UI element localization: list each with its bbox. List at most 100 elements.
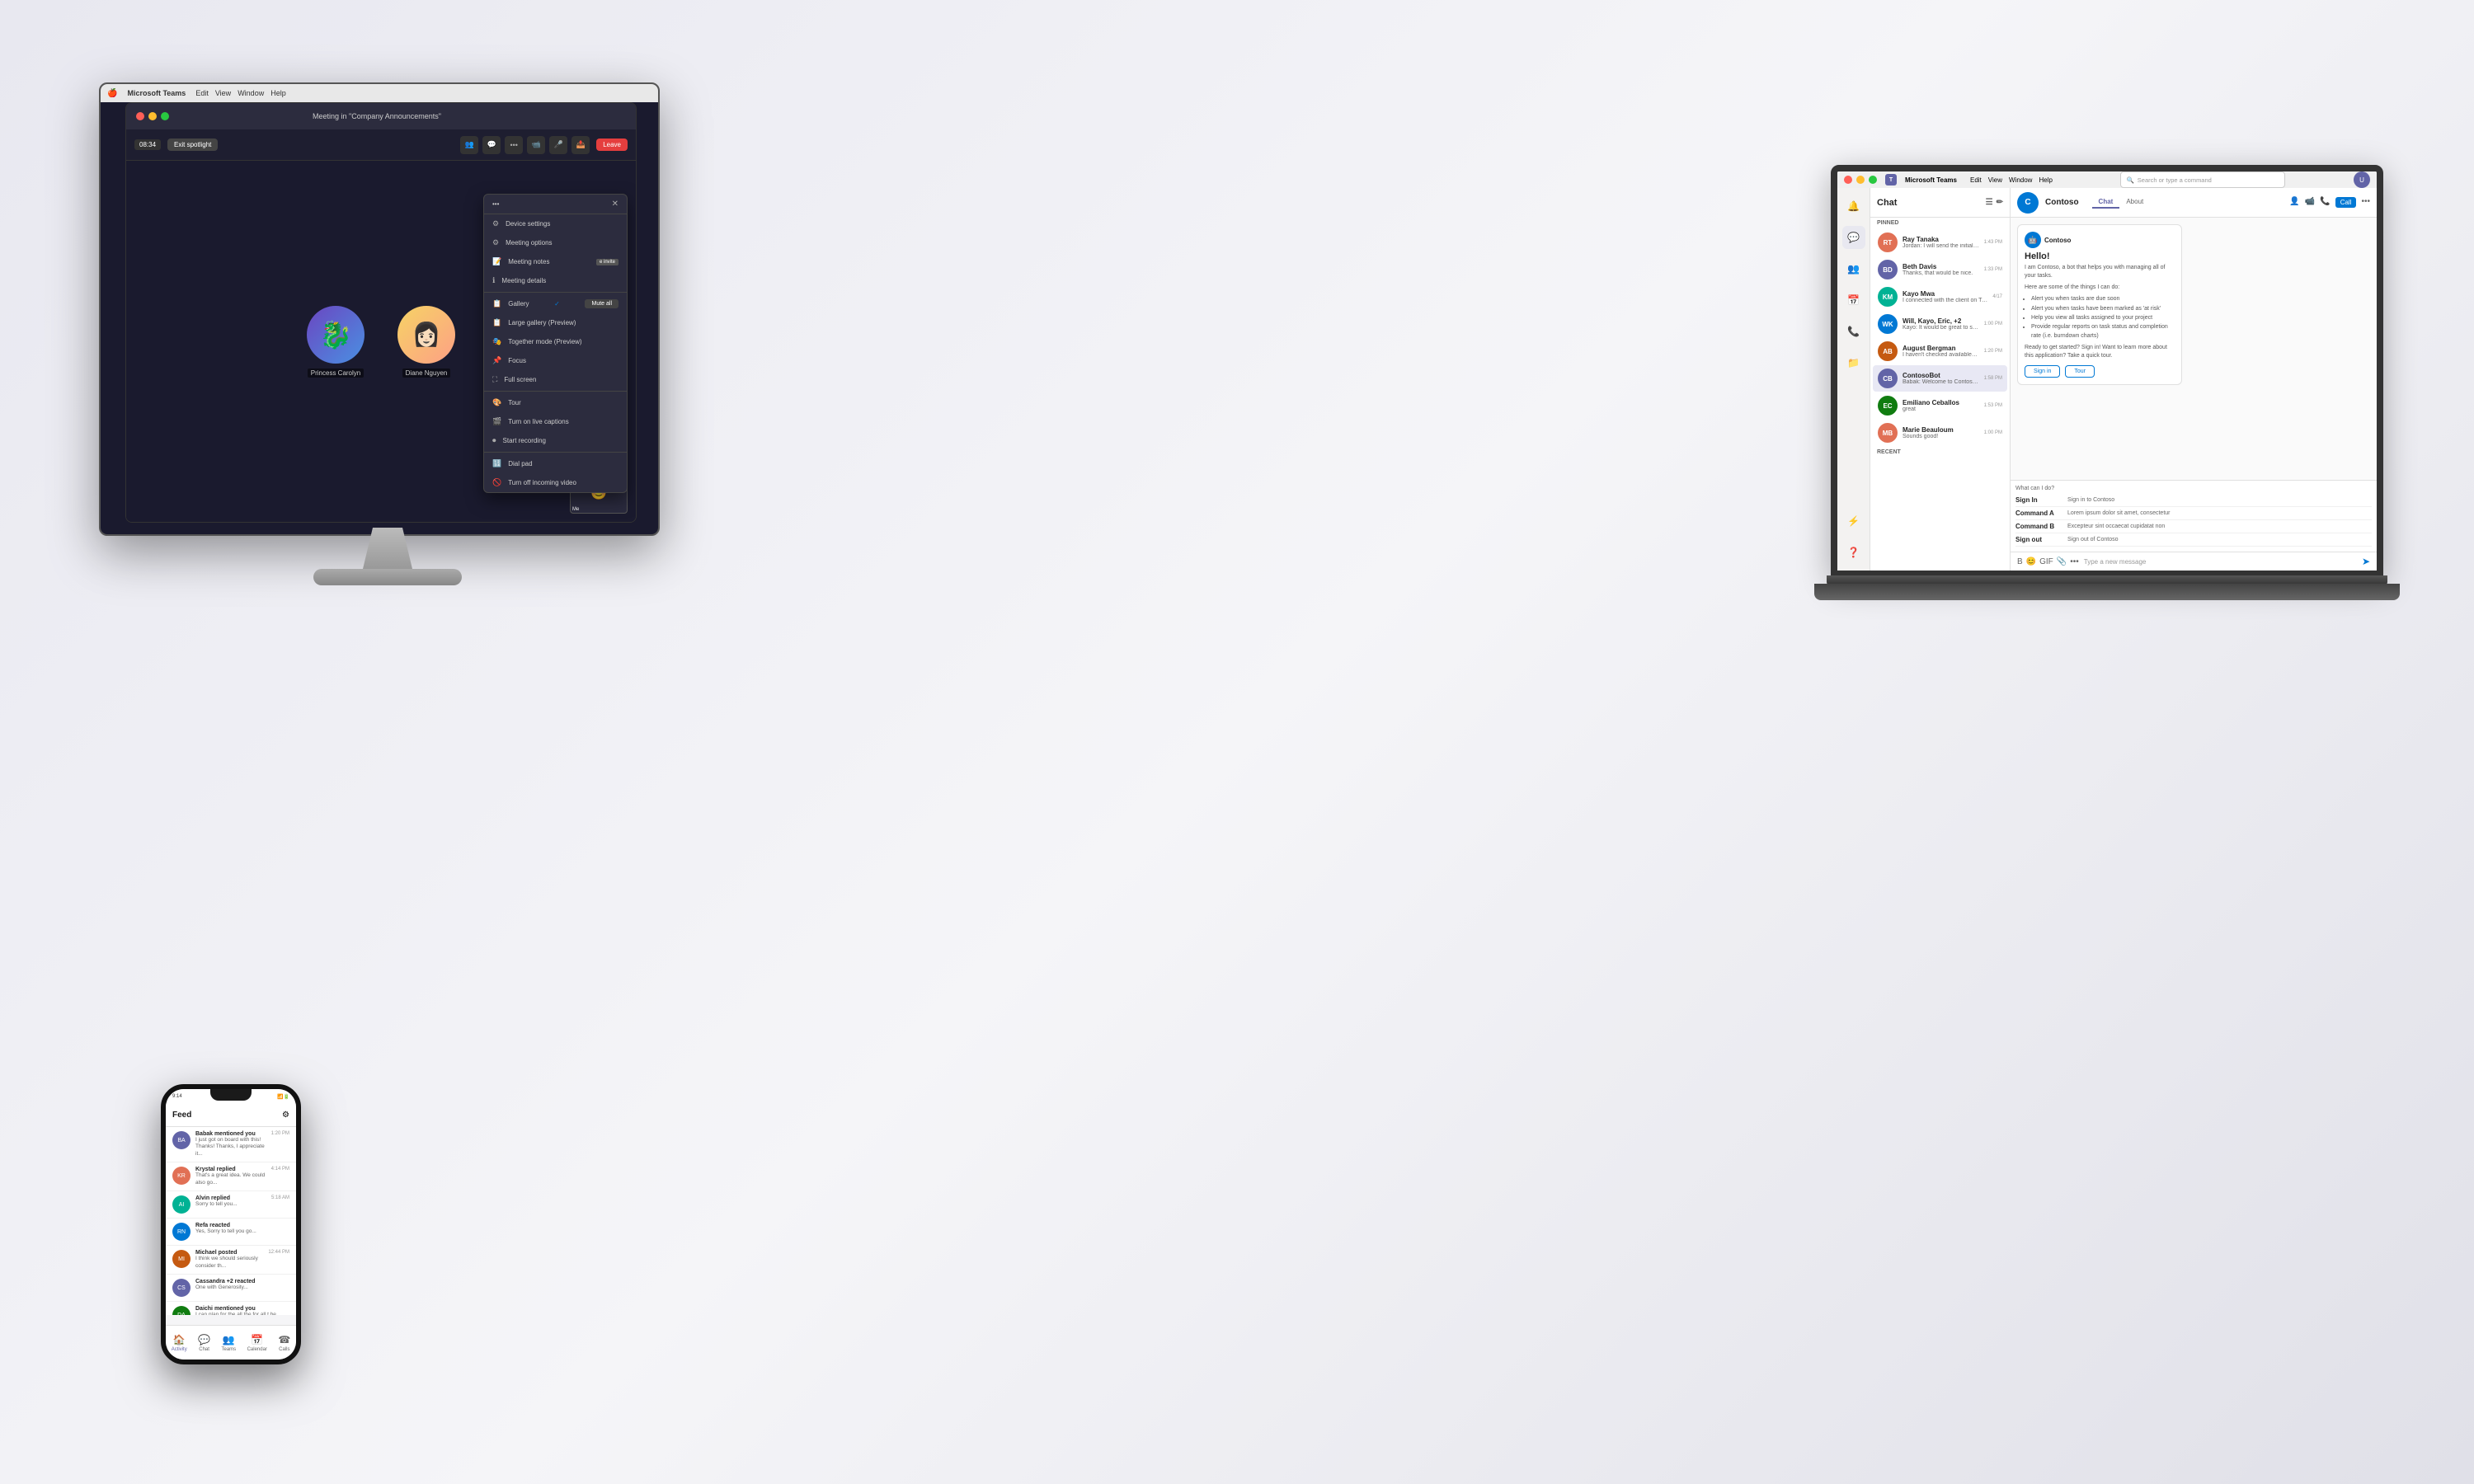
search-box[interactable]: 🔍 Search or type a command <box>2120 171 2285 188</box>
more-options-icon[interactable]: ••• <box>2361 197 2370 208</box>
menu-turn-off-video[interactable]: 🚫 Turn off incoming video <box>484 473 627 492</box>
laptop-close[interactable] <box>1844 176 1852 184</box>
more-format-icon[interactable]: ••• <box>2070 557 2079 566</box>
command-row-item[interactable]: Sign In Sign in to Contoso <box>2015 494 2372 507</box>
sidebar-files[interactable]: 📁 <box>1842 351 1865 374</box>
settings-icon[interactable]: ⚙ <box>282 1111 289 1120</box>
sidebar-chat[interactable]: 💬 <box>1842 226 1865 249</box>
exit-spotlight-button[interactable]: Exit spotlight <box>167 139 218 151</box>
command-row-item[interactable]: Sign out Sign out of Contoso <box>2015 533 2372 547</box>
share-icon[interactable]: 📤 <box>571 136 590 154</box>
more-options-icon[interactable]: ••• <box>505 136 523 154</box>
fullscreen-icon: ⛶ <box>492 375 497 384</box>
maximize-button[interactable] <box>161 112 169 120</box>
new-chat-icon[interactable]: ✏ <box>1997 198 2003 207</box>
menu-large-gallery[interactable]: 📋 Large gallery (Preview) <box>484 313 627 332</box>
filter-icon[interactable]: ☰ <box>1986 198 1993 207</box>
mac-menu-edit[interactable]: Edit <box>195 89 209 97</box>
emoji-icon[interactable]: 😊 <box>2026 557 2036 566</box>
gif-icon[interactable]: GIF <box>2039 557 2053 566</box>
command-row-item[interactable]: Command A Lorem ipsum dolor sit amet, co… <box>2015 507 2372 520</box>
mac-menu-window[interactable]: Window <box>238 89 264 97</box>
send-button[interactable]: ➤ <box>2362 556 2370 567</box>
chat-list-item[interactable]: WK Will, Kayo, Eric, +2 Kayo: It would b… <box>1873 311 2007 337</box>
nav-item-teams[interactable]: 👥 Teams <box>221 1334 236 1352</box>
sidebar-activity[interactable]: 🔔 <box>1842 195 1865 218</box>
sidebar-calls[interactable]: 📞 <box>1842 320 1865 343</box>
menu-device-settings[interactable]: ⚙ Device settings <box>484 214 627 233</box>
feed-item[interactable]: MI Michael posted I think we should seri… <box>166 1246 296 1275</box>
menu-focus[interactable]: 📌 Focus <box>484 351 627 370</box>
nav-item-calls[interactable]: ☎ Calls <box>278 1334 290 1352</box>
sidebar-teams[interactable]: 👥 <box>1842 257 1865 280</box>
feed-item[interactable]: DA Daichi mentioned you I can plan for t… <box>166 1302 296 1315</box>
nav-item-calendar[interactable]: 📅 Calendar <box>247 1334 267 1352</box>
menu-item-label: Turn off incoming video <box>508 479 576 486</box>
feed-item[interactable]: KR Krystal replied That's a great idea. … <box>166 1162 296 1191</box>
chat-list-item[interactable]: CB ContosoBot Babak: Welcome to ContosoB… <box>1873 365 2007 392</box>
close-menu-icon[interactable]: ✕ <box>612 200 618 209</box>
command-row-item[interactable]: Command B Excepteur sint occaecat cupida… <box>2015 520 2372 533</box>
leave-button[interactable]: Leave <box>596 139 628 151</box>
chat-list-item[interactable]: AB August Bergman I haven't checked avai… <box>1873 338 2007 364</box>
sidebar-apps[interactable]: ⚡ <box>1842 510 1865 533</box>
signin-button[interactable]: Sign in <box>2025 365 2060 378</box>
participant-2-avatar: 👩🏻 <box>397 306 455 364</box>
audio-call-icon[interactable]: 📞 <box>2320 197 2330 208</box>
call-button[interactable]: Call <box>2335 197 2357 208</box>
tab-about[interactable]: About <box>2119 196 2150 209</box>
bot-question: Ready to get started? Sign in! Want to l… <box>2025 344 2175 360</box>
camera-icon[interactable]: 📹 <box>527 136 545 154</box>
tab-chat[interactable]: Chat <box>2092 196 2120 209</box>
nav-item-chat[interactable]: 💬 Chat <box>198 1334 210 1352</box>
tour-button[interactable]: Tour <box>2065 365 2095 378</box>
chat-list-item[interactable]: KM Kayo Mwa I connected with the client … <box>1873 284 2007 310</box>
chat-list-item[interactable]: RT Ray Tanaka Jordan: I will send the in… <box>1873 229 2007 256</box>
feed-item[interactable]: CS Cassandra +2 reacted One with Generos… <box>166 1275 296 1302</box>
chat-icon[interactable]: 💬 <box>482 136 501 154</box>
menu-together-mode[interactable]: 🎭 Together mode (Preview) <box>484 332 627 351</box>
people-icon[interactable]: 👥 <box>460 136 478 154</box>
video-call-icon[interactable]: 📹 <box>2305 197 2315 208</box>
sidebar-help[interactable]: ❓ <box>1842 541 1865 564</box>
mute-all-button[interactable]: Mute all <box>585 299 618 308</box>
teams-sidebar: 🔔 💬 👥 📅 📞 📁 ⚡ ❓ <box>1837 188 1870 571</box>
menu-gallery[interactable]: 📋 Gallery ✓ Mute all <box>484 294 627 313</box>
feed-item[interactable]: AI Alvin replied Sorry to tell you... 5:… <box>166 1191 296 1219</box>
feed-item[interactable]: BA Babak mentioned you I just got on boa… <box>166 1127 296 1162</box>
menu-dial-pad[interactable]: 🔢 Dial pad <box>484 454 627 473</box>
laptop-menu-window[interactable]: Window <box>2009 176 2032 184</box>
menu-start-recording[interactable]: ⏺ Start recording <box>484 431 627 450</box>
chat-name: Marie Beauloum <box>1903 426 1979 434</box>
menu-apply-background[interactable]: 🎨 Tour <box>484 393 627 412</box>
feed-item[interactable]: RN Refa reacted Yes, Sorry to tell you g… <box>166 1219 296 1246</box>
nav-item-activity[interactable]: 🏠 Activity <box>172 1334 187 1352</box>
chat-list-item[interactable]: EC Emiliano Ceballos great 1:53 PM <box>1873 392 2007 419</box>
menu-meeting-options[interactable]: ⚙ Meeting options <box>484 233 627 252</box>
user-avatar-top[interactable]: U <box>2354 171 2370 188</box>
message-input[interactable]: Type a new message <box>2084 558 2357 566</box>
close-button[interactable] <box>136 112 144 120</box>
menu-live-captions[interactable]: 🎬 Turn on live captions <box>484 412 627 431</box>
attach-icon[interactable]: 📎 <box>2057 557 2067 566</box>
minimize-button[interactable] <box>148 112 157 120</box>
mic-icon[interactable]: 🎤 <box>549 136 567 154</box>
laptop-screen: T Microsoft Teams Edit View Window Help … <box>1831 165 2383 577</box>
mac-menu-view[interactable]: View <box>215 89 231 97</box>
menu-meeting-notes[interactable]: 📝 Meeting notes e invite <box>484 252 627 271</box>
chat-list-item[interactable]: MB Marie Beauloum Sounds good! 1:00 PM <box>1873 420 2007 446</box>
chat-list-item[interactable]: BD Beth Davis Thanks, that would be nice… <box>1873 256 2007 283</box>
sidebar-calendar[interactable]: 📅 <box>1842 289 1865 312</box>
bold-icon[interactable]: B <box>2017 557 2023 566</box>
menu-fullscreen[interactable]: ⛶ Full screen <box>484 370 627 389</box>
menu-meeting-details[interactable]: ℹ Meeting details <box>484 271 627 290</box>
laptop-menu-help[interactable]: Help <box>2039 176 2052 184</box>
laptop-menu-view[interactable]: View <box>1988 176 2002 184</box>
add-people-icon[interactable]: 👤 <box>2289 197 2299 208</box>
chat-preview: Sounds good! <box>1903 434 1979 439</box>
chat-time: 1:00 PM <box>1984 430 2002 435</box>
laptop-minimize[interactable] <box>1856 176 1865 184</box>
laptop-maximize[interactable] <box>1869 176 1877 184</box>
mac-menu-help[interactable]: Help <box>270 89 286 97</box>
laptop-menu-edit[interactable]: Edit <box>1970 176 1982 184</box>
